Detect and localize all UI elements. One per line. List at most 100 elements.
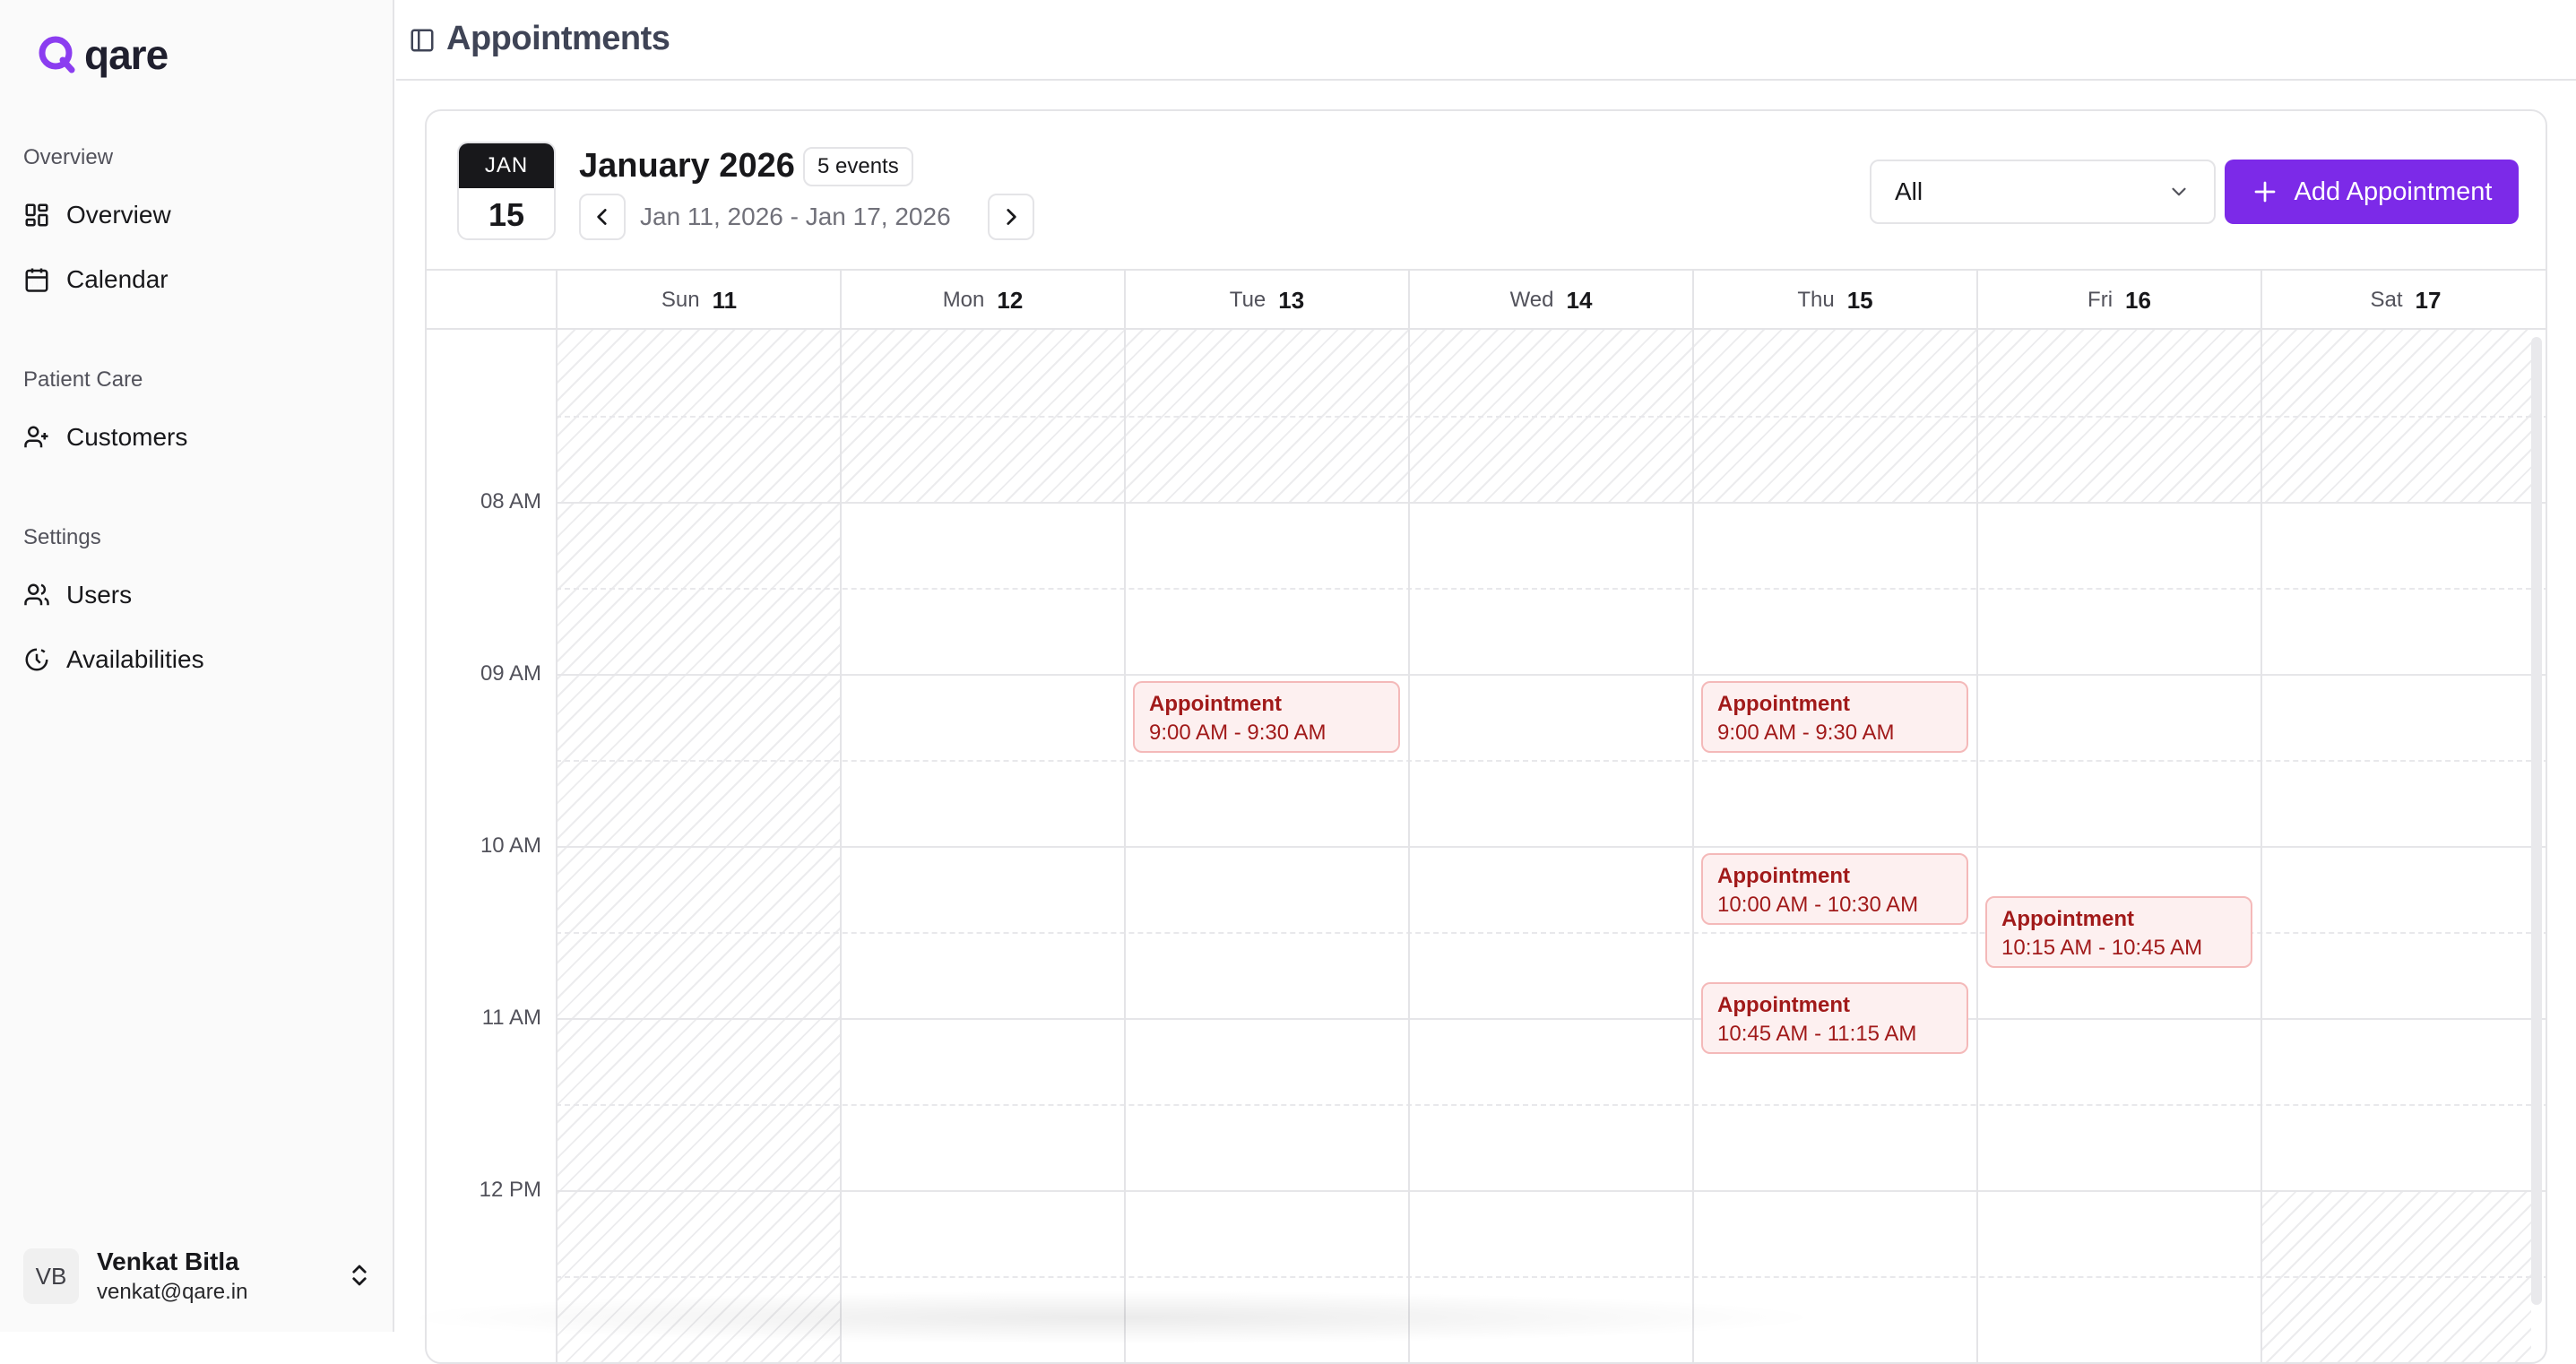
week-day-header: Sun 11 Mon 12 Tue 13 Wed 14 Thu 15 Fri 16 Sat 1… bbox=[427, 269, 2546, 330]
day-number: 15 bbox=[1846, 286, 1873, 314]
grid-column-line bbox=[1976, 330, 1978, 1362]
scroll-shadow bbox=[394, 1291, 1828, 1344]
day-number: 16 bbox=[2125, 286, 2151, 314]
grid-hour-line bbox=[556, 1190, 2546, 1192]
appointment-time: 10:45 AM - 11:15 AM bbox=[1717, 1022, 1917, 1046]
appointment-event[interactable]: Appointment 10:00 AM - 10:30 AM bbox=[1701, 853, 1968, 925]
appointment-time: 9:00 AM - 9:30 AM bbox=[1149, 721, 1327, 745]
appointment-event[interactable]: Appointment 9:00 AM - 9:30 AM bbox=[1701, 681, 1968, 753]
grid-half-hour-line bbox=[556, 1104, 2546, 1106]
nav-section-patient-care: Patient Care bbox=[23, 367, 143, 392]
clock-history-icon bbox=[25, 648, 48, 671]
qare-logo-icon bbox=[39, 36, 75, 73]
day-header-sun[interactable]: Sun 11 bbox=[556, 271, 841, 330]
grid-column-line bbox=[556, 330, 558, 1362]
time-label: 11 AM bbox=[481, 1006, 541, 1030]
day-name: Fri bbox=[2088, 288, 2114, 312]
page-title: Appointments bbox=[446, 20, 670, 57]
grid-hour-line bbox=[556, 1018, 2546, 1020]
nav-section-overview: Overview bbox=[23, 145, 114, 169]
sidebar-item-label: Availabilities bbox=[66, 645, 204, 673]
grid-scrollbar[interactable] bbox=[2531, 337, 2542, 1305]
appointment-event[interactable]: Appointment 9:00 AM - 9:30 AM bbox=[1133, 681, 1400, 753]
appointment-time: 9:00 AM - 9:30 AM bbox=[1717, 721, 1895, 745]
plus-icon bbox=[2254, 181, 2275, 203]
nav-section-settings: Settings bbox=[23, 525, 101, 549]
filter-selected-value: All bbox=[1895, 177, 1923, 205]
grid-hour-line bbox=[556, 502, 2546, 504]
appointment-title: Appointment bbox=[1717, 993, 1850, 1017]
sidebar-item-label: Users bbox=[66, 581, 133, 609]
chevron-left-icon bbox=[597, 209, 607, 225]
today-date-badge: JAN 15 bbox=[457, 142, 556, 240]
calendar-card: JAN 15 January 2026 5 events Jan 11, 202… bbox=[425, 109, 2547, 1364]
sidebar-item-availabilities[interactable]: Availabilities bbox=[23, 642, 204, 678]
avatar: VB bbox=[23, 1248, 79, 1304]
add-appointment-label: Add Appointment bbox=[2294, 177, 2493, 206]
day-number: 13 bbox=[1278, 286, 1305, 314]
previous-week-button[interactable] bbox=[579, 194, 626, 240]
add-appointment-button[interactable]: Add Appointment bbox=[2225, 160, 2519, 224]
day-header-mon[interactable]: Mon 12 bbox=[840, 271, 1124, 330]
chevron-down-icon bbox=[2172, 187, 2186, 196]
week-time-grid[interactable]: 08 AM 09 AM 10 AM 11 AM 12 PM Appointmen… bbox=[427, 330, 2546, 1362]
calendar-icon bbox=[25, 268, 48, 292]
day-number: 14 bbox=[1566, 286, 1593, 314]
users-icon bbox=[24, 583, 49, 606]
time-label: 10 AM bbox=[480, 833, 541, 858]
events-count-badge: 5 events bbox=[803, 147, 913, 186]
appointment-event[interactable]: Appointment 10:15 AM - 10:45 AM bbox=[1985, 896, 2252, 968]
day-header-thu[interactable]: Thu 15 bbox=[1692, 271, 1976, 330]
sidebar: qare Overview Overview Calendar Patient … bbox=[0, 0, 394, 1332]
day-name: Sun bbox=[661, 288, 700, 312]
time-label: 09 AM bbox=[480, 661, 541, 686]
appointment-filter-select[interactable]: All bbox=[1870, 160, 2216, 224]
sidebar-item-users[interactable]: Users bbox=[23, 577, 132, 613]
grid-half-hour-line bbox=[556, 1276, 2546, 1278]
sidebar-item-overview[interactable]: Overview bbox=[23, 197, 171, 233]
time-label: 08 AM bbox=[480, 489, 541, 514]
app-name: qare bbox=[84, 31, 169, 78]
calendar-month-title: January 2026 bbox=[579, 147, 795, 185]
grid-hour-line bbox=[556, 846, 2546, 848]
day-header-sat[interactable]: Sat 17 bbox=[2260, 271, 2546, 330]
sidebar-toggle-icon[interactable] bbox=[409, 27, 436, 54]
user-email: venkat@qare.in bbox=[97, 1280, 248, 1304]
appointment-time: 10:15 AM - 10:45 AM bbox=[2001, 936, 2203, 960]
grid-hour-line bbox=[556, 674, 2546, 676]
appointment-title: Appointment bbox=[1717, 692, 1850, 716]
next-week-button[interactable] bbox=[988, 194, 1034, 240]
day-number: 12 bbox=[997, 286, 1024, 314]
date-badge-month: JAN bbox=[459, 143, 554, 188]
user-menu[interactable]: VB Venkat Bitla venkat@qare.in bbox=[23, 1247, 373, 1305]
time-label: 12 PM bbox=[479, 1178, 541, 1202]
grid-column-line bbox=[2260, 330, 2262, 1362]
sidebar-item-calendar[interactable]: Calendar bbox=[23, 262, 169, 298]
app-logo[interactable]: qare bbox=[36, 31, 169, 78]
grid-column-line bbox=[1124, 330, 1126, 1362]
day-header-fri[interactable]: Fri 16 bbox=[1976, 271, 2260, 330]
sidebar-item-label: Calendar bbox=[66, 265, 169, 293]
grid-column-line bbox=[1408, 330, 1410, 1362]
day-header-wed[interactable]: Wed 14 bbox=[1408, 271, 1692, 330]
grid-column-line bbox=[1692, 330, 1694, 1362]
date-range: Jan 11, 2026 - Jan 17, 2026 bbox=[640, 203, 951, 230]
user-name: Venkat Bitla bbox=[97, 1247, 239, 1275]
grid-half-hour-line bbox=[556, 588, 2546, 590]
appointment-title: Appointment bbox=[1149, 692, 1282, 716]
chevrons-up-down-icon[interactable] bbox=[346, 1262, 373, 1289]
date-badge-day: 15 bbox=[488, 196, 525, 233]
day-name: Mon bbox=[942, 288, 985, 312]
sidebar-item-customers[interactable]: Customers bbox=[23, 419, 187, 455]
day-number: 11 bbox=[712, 286, 738, 314]
grid-column-line bbox=[840, 330, 842, 1362]
day-header-tue[interactable]: Tue 13 bbox=[1124, 271, 1408, 330]
appointment-time: 10:00 AM - 10:30 AM bbox=[1717, 893, 1919, 917]
page-header: Appointments bbox=[396, 0, 2576, 81]
sidebar-item-label: Customers bbox=[66, 423, 188, 451]
day-name: Thu bbox=[1797, 288, 1835, 312]
dashboard-icon bbox=[25, 203, 48, 227]
appointment-title: Appointment bbox=[1717, 864, 1850, 888]
appointment-event[interactable]: Appointment 10:45 AM - 11:15 AM bbox=[1701, 982, 1968, 1054]
chevron-right-icon bbox=[1007, 209, 1016, 225]
